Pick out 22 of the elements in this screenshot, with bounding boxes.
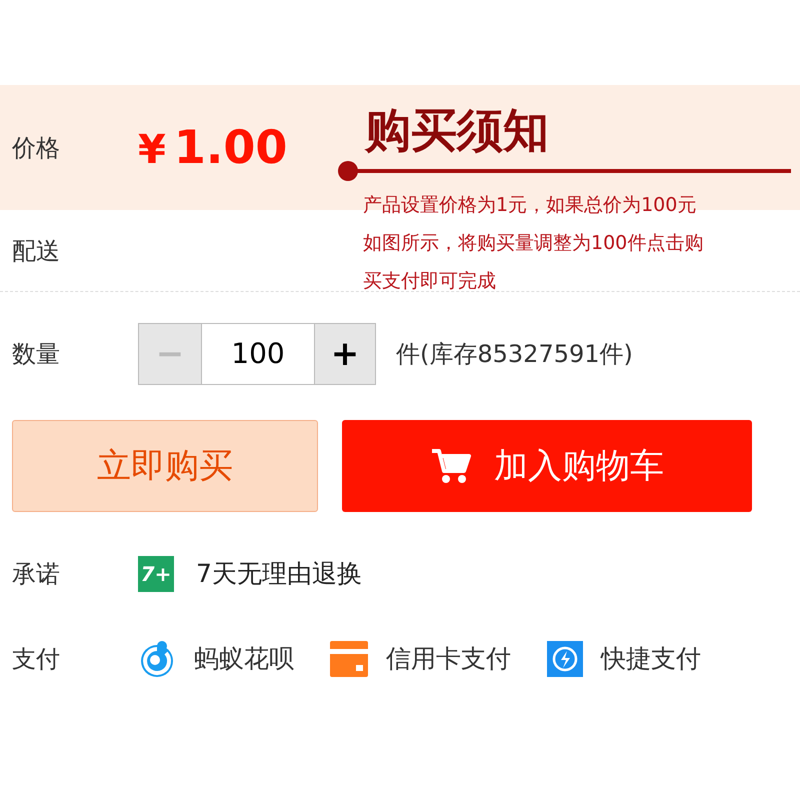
stock-text: 件(库存85327591件) — [396, 339, 633, 370]
credit-card-icon — [330, 641, 368, 677]
currency-sign: ¥ — [138, 126, 166, 175]
promise-text: 7天无理由退换 — [196, 558, 362, 590]
quantity-label: 数量 — [11, 339, 61, 370]
increment-button[interactable]: + — [315, 324, 375, 384]
notice-title: 购买须知 — [364, 102, 550, 159]
add-to-cart-button[interactable]: 加入购物车 — [342, 420, 752, 512]
quantity-field[interactable]: 100 — [201, 324, 315, 384]
price-label: 价格 — [11, 132, 61, 164]
payment-label: 支付 — [11, 644, 61, 675]
notice-text: 产品设置价格为1元，如果总价为100元 如图所示，将购买量调整为100件点击购 买支付即可完成 — [362, 193, 704, 294]
payment-method[interactable]: 蚂蚁花呗 — [194, 640, 294, 678]
promise-label: 承诺 — [11, 559, 61, 590]
return-badge-icon: 7+ — [138, 556, 174, 592]
swirl-icon — [138, 640, 176, 678]
price-amount: 1.00 — [174, 119, 288, 176]
payment-method[interactable]: 快捷支付 — [601, 640, 701, 678]
lightning-icon — [547, 641, 583, 677]
delivery-label: 配送 — [11, 236, 61, 266]
payment-method[interactable]: 信用卡支付 — [386, 640, 511, 678]
cart-icon — [430, 447, 472, 485]
